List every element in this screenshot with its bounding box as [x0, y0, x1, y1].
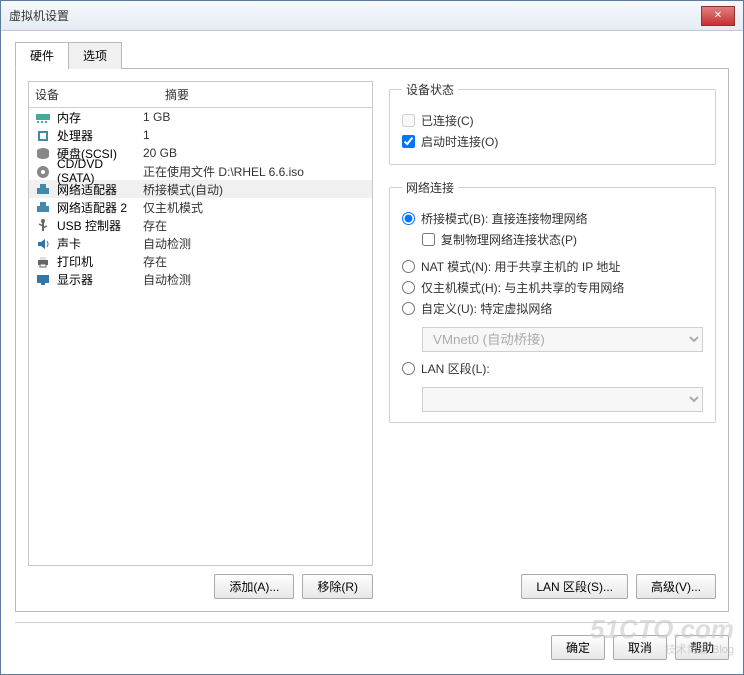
close-button[interactable]: ✕	[701, 6, 735, 26]
settings-panel: 设备状态 已连接(C) 启动时连接(O) 网络连接 桥接模式(B): 直接连接物…	[389, 81, 716, 599]
window-title: 虚拟机设置	[9, 7, 69, 24]
connected-label: 已连接(C)	[421, 112, 474, 129]
cpu-icon	[35, 128, 51, 142]
device-summary: 存在	[143, 253, 366, 270]
custom-radio[interactable]	[402, 302, 415, 315]
connected-checkbox[interactable]	[402, 114, 415, 127]
device-summary: 正在使用文件 D:\RHEL 6.6.iso	[143, 163, 366, 180]
network-legend: 网络连接	[402, 179, 458, 196]
connect-poweron-label: 启动时连接(O)	[421, 133, 498, 150]
device-row[interactable]: 内存 1 GB	[29, 108, 372, 126]
titlebar[interactable]: 虚拟机设置 ✕	[1, 1, 743, 31]
device-name: 网络适配器 2	[57, 199, 127, 216]
device-status-legend: 设备状态	[402, 81, 458, 98]
col-device: 设备	[35, 86, 165, 103]
device-name: 显示器	[57, 271, 93, 288]
device-row[interactable]: 声卡 自动检测	[29, 234, 372, 252]
col-summary: 摘要	[165, 86, 189, 103]
hostonly-label: 仅主机模式(H): 与主机共享的专用网络	[421, 279, 624, 296]
cd-icon	[35, 164, 51, 178]
custom-select[interactable]: VMnet0 (自动桥接)	[422, 327, 703, 352]
lan-segments-button[interactable]: LAN 区段(S)...	[521, 574, 628, 599]
device-list[interactable]: 设备 摘要 内存1 GB处理器1硬盘(SCSI)20 GBCD/DVD (SAT…	[28, 81, 373, 566]
hostonly-radio[interactable]	[402, 281, 415, 294]
net-icon	[35, 182, 51, 196]
panel: 设备 摘要 内存1 GB处理器1硬盘(SCSI)20 GBCD/DVD (SAT…	[15, 69, 729, 612]
connected-row[interactable]: 已连接(C)	[402, 112, 703, 129]
lan-radio[interactable]	[402, 362, 415, 375]
memory-icon	[35, 110, 51, 124]
device-row[interactable]: 网络适配器 2 仅主机模式	[29, 198, 372, 216]
add-button[interactable]: 添加(A)...	[214, 574, 294, 599]
bridged-label: 桥接模式(B): 直接连接物理网络	[421, 210, 588, 227]
device-name: USB 控制器	[57, 217, 121, 234]
device-name: 内存	[57, 109, 81, 126]
device-panel: 设备 摘要 内存1 GB处理器1硬盘(SCSI)20 GBCD/DVD (SAT…	[28, 81, 373, 599]
device-summary: 桥接模式(自动)	[143, 181, 366, 198]
remove-button[interactable]: 移除(R)	[302, 574, 373, 599]
net-extra-buttons: LAN 区段(S)... 高级(V)...	[389, 574, 716, 599]
device-name: 处理器	[57, 127, 93, 144]
help-button[interactable]: 帮助	[675, 635, 729, 660]
replicate-checkbox[interactable]	[422, 233, 435, 246]
device-summary: 1	[143, 128, 366, 142]
vm-settings-window: 虚拟机设置 ✕ 硬件 选项 设备 摘要 内存1 GB处理器1硬盘(SCSI)20…	[0, 0, 744, 675]
tabs: 硬件 选项	[15, 41, 729, 69]
connect-poweron-row[interactable]: 启动时连接(O)	[402, 133, 703, 150]
device-row[interactable]: CD/DVD (SATA)正在使用文件 D:\RHEL 6.6.iso	[29, 162, 372, 180]
net-icon	[35, 200, 51, 214]
bridged-radio[interactable]	[402, 212, 415, 225]
sound-icon	[35, 236, 51, 250]
device-row[interactable]: USB 控制器 存在	[29, 216, 372, 234]
usb-icon	[35, 218, 51, 232]
connect-poweron-checkbox[interactable]	[402, 135, 415, 148]
device-summary: 存在	[143, 217, 366, 234]
nat-radio[interactable]	[402, 260, 415, 273]
printer-icon	[35, 254, 51, 268]
device-list-header: 设备 摘要	[29, 82, 372, 108]
custom-row[interactable]: 自定义(U): 特定虚拟网络	[402, 300, 703, 317]
hostonly-row[interactable]: 仅主机模式(H): 与主机共享的专用网络	[402, 279, 703, 296]
lan-select-wrap	[422, 381, 703, 412]
network-group: 网络连接 桥接模式(B): 直接连接物理网络 复制物理网络连接状态(P) NAT…	[389, 179, 716, 423]
device-row[interactable]: 打印机 存在	[29, 252, 372, 270]
custom-select-wrap: VMnet0 (自动桥接)	[422, 321, 703, 352]
replicate-row[interactable]: 复制物理网络连接状态(P)	[422, 231, 703, 248]
device-name: 声卡	[57, 235, 81, 252]
ok-button[interactable]: 确定	[551, 635, 605, 660]
device-name: 打印机	[57, 253, 93, 270]
tab-options[interactable]: 选项	[68, 42, 122, 69]
device-buttons: 添加(A)... 移除(R)	[28, 574, 373, 599]
lan-select[interactable]	[422, 387, 703, 412]
window-controls: ✕	[701, 6, 735, 26]
display-icon	[35, 272, 51, 286]
device-summary: 仅主机模式	[143, 199, 366, 216]
custom-label: 自定义(U): 特定虚拟网络	[421, 300, 552, 317]
device-row[interactable]: 处理器 1	[29, 126, 372, 144]
device-row[interactable]: 网络适配器 桥接模式(自动)	[29, 180, 372, 198]
nat-row[interactable]: NAT 模式(N): 用于共享主机的 IP 地址	[402, 258, 703, 275]
lan-row[interactable]: LAN 区段(L):	[402, 360, 703, 377]
device-summary: 自动检测	[143, 235, 366, 252]
content: 硬件 选项 设备 摘要 内存1 GB处理器1硬盘(SCSI)20 GBCD/DV…	[1, 31, 743, 674]
device-name: 网络适配器	[57, 181, 117, 198]
footer-buttons: 确定 取消 帮助	[15, 622, 729, 660]
bridged-row[interactable]: 桥接模式(B): 直接连接物理网络	[402, 210, 703, 227]
cancel-button[interactable]: 取消	[613, 635, 667, 660]
device-summary: 1 GB	[143, 110, 366, 124]
lan-label: LAN 区段(L):	[421, 360, 490, 377]
replicate-label: 复制物理网络连接状态(P)	[441, 231, 577, 248]
device-row[interactable]: 显示器 自动检测	[29, 270, 372, 288]
device-summary: 自动检测	[143, 271, 366, 288]
device-summary: 20 GB	[143, 146, 366, 160]
tab-hardware[interactable]: 硬件	[15, 42, 69, 69]
device-status-group: 设备状态 已连接(C) 启动时连接(O)	[389, 81, 716, 165]
nat-label: NAT 模式(N): 用于共享主机的 IP 地址	[421, 258, 620, 275]
advanced-button[interactable]: 高级(V)...	[636, 574, 716, 599]
